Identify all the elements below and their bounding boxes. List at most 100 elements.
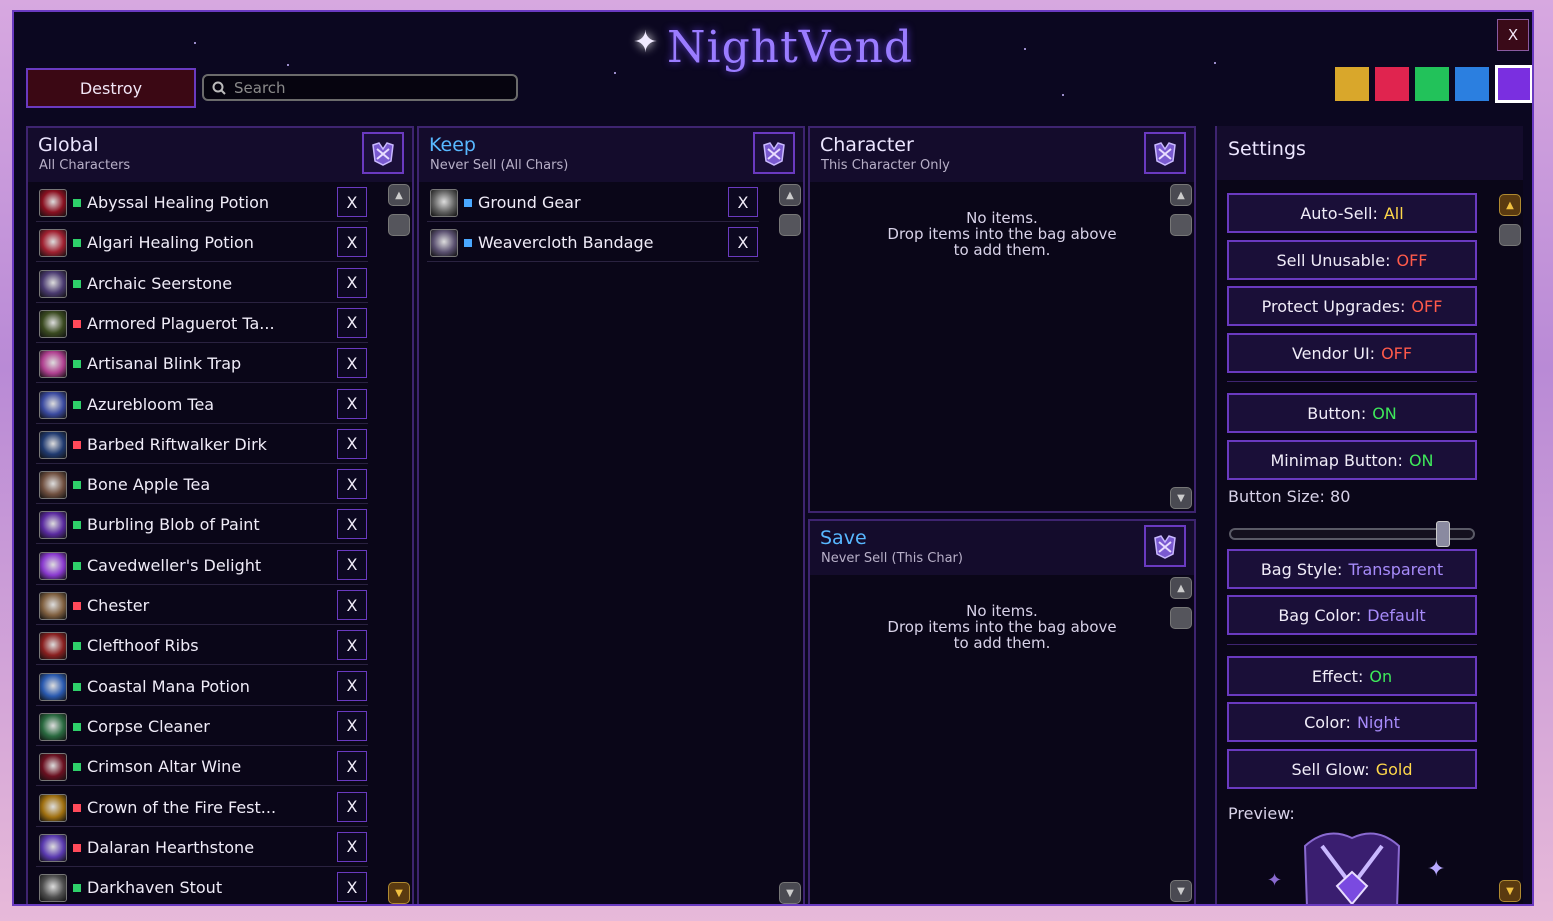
list-item[interactable]: Barbed Riftwalker Dirk X: [36, 426, 368, 464]
rarity-indicator: [73, 722, 81, 731]
panel-subtitle: Never Sell (This Char): [821, 551, 963, 566]
scroll-up-button[interactable]: ▲: [1170, 577, 1192, 599]
scroll-down-button[interactable]: ▼: [1499, 880, 1521, 902]
item-name: Clefthoof Ribs: [87, 636, 199, 656]
bag-drop-icon[interactable]: [753, 132, 795, 174]
divider: [1227, 381, 1477, 382]
list-item[interactable]: Dalaran Hearthstone X: [36, 829, 368, 867]
list-item[interactable]: Armored Plaguerot Ta... X: [36, 305, 368, 343]
search-box[interactable]: [202, 74, 518, 101]
bag-color-button[interactable]: Bag Color: Default: [1227, 595, 1477, 635]
list-item[interactable]: Cavedweller's Delight X: [36, 547, 368, 585]
remove-item-button[interactable]: X: [728, 187, 758, 217]
close-button[interactable]: X: [1497, 19, 1529, 51]
protect-upgrades-button[interactable]: Protect Upgrades: OFF: [1227, 286, 1477, 326]
bag-style-button[interactable]: Bag Style: Transparent: [1227, 549, 1477, 589]
list-item[interactable]: Corpse Cleaner X: [36, 708, 368, 746]
list-item[interactable]: Ground Gear X: [427, 184, 759, 222]
auto-sell-button[interactable]: Auto-Sell: All: [1227, 193, 1477, 233]
settings-panel: Settings Auto-Sell: All Sell Unusable: OFF…: [1215, 126, 1523, 904]
remove-item-button[interactable]: X: [337, 549, 367, 580]
list-item[interactable]: Crimson Altar Wine X: [36, 748, 368, 787]
list-item[interactable]: Algari Healing Potion X: [36, 224, 368, 263]
scroll-up-button[interactable]: ▲: [779, 184, 801, 206]
list-item[interactable]: Clefthoof Ribs X: [36, 627, 368, 666]
scroll-down-button[interactable]: ▼: [1170, 880, 1192, 902]
remove-item-button[interactable]: X: [337, 227, 367, 258]
settings-title: Settings: [1228, 138, 1306, 160]
scrollbar-thumb[interactable]: [388, 214, 410, 236]
list-item[interactable]: Azurebloom Tea X: [36, 386, 368, 424]
gear-item-icon: [430, 189, 458, 217]
list-item[interactable]: Abyssal Healing Potion X: [36, 184, 368, 222]
vial-icon: [39, 551, 67, 580]
remove-item-button[interactable]: X: [337, 710, 367, 741]
remove-item-button[interactable]: X: [337, 509, 367, 540]
search-input[interactable]: [232, 77, 506, 98]
list-item[interactable]: Darkhaven Stout X: [36, 869, 368, 904]
remove-item-button[interactable]: X: [337, 428, 367, 459]
remove-item-button[interactable]: X: [337, 307, 367, 338]
remove-item-button[interactable]: X: [337, 348, 367, 379]
remove-item-button[interactable]: X: [728, 227, 758, 258]
remove-item-button[interactable]: X: [337, 388, 367, 419]
list-item[interactable]: Artisanal Blink Trap X: [36, 345, 368, 384]
paint-icon: [39, 511, 67, 540]
panel-title: Character: [820, 134, 914, 156]
remove-item-button[interactable]: X: [337, 469, 367, 500]
list-item[interactable]: Archaic Seerstone X: [36, 265, 368, 303]
remove-item-button[interactable]: X: [337, 267, 367, 298]
minimap-button-toggle[interactable]: Minimap Button: ON: [1227, 440, 1477, 480]
scroll-down-button[interactable]: ▼: [779, 882, 801, 904]
button-toggle[interactable]: Button: ON: [1227, 393, 1477, 433]
scroll-up-button[interactable]: ▲: [1170, 184, 1192, 206]
remove-item-button[interactable]: X: [337, 630, 367, 661]
list-item[interactable]: Chester X: [36, 587, 368, 625]
color-swatch-blue[interactable]: [1455, 67, 1489, 101]
scroll-up-button[interactable]: ▲: [388, 184, 410, 206]
list-item[interactable]: Weavercloth Bandage X: [427, 224, 759, 263]
destroy-button[interactable]: Destroy: [26, 68, 196, 108]
sell-unusable-button[interactable]: Sell Unusable: OFF: [1227, 240, 1477, 280]
remove-item-button[interactable]: X: [337, 751, 367, 782]
scrollbar-thumb[interactable]: [779, 214, 801, 236]
sell-glow-button[interactable]: Sell Glow: Gold: [1227, 749, 1477, 789]
remove-item-button[interactable]: X: [337, 590, 367, 620]
bandage-icon: [430, 229, 458, 258]
scroll-down-button[interactable]: ▼: [1170, 487, 1192, 509]
color-swatch-red[interactable]: [1375, 67, 1409, 101]
item-name: Barbed Riftwalker Dirk: [87, 434, 267, 454]
list-item[interactable]: Bone Apple Tea X: [36, 466, 368, 505]
remove-item-button[interactable]: X: [337, 872, 367, 903]
list-item[interactable]: Burbling Blob of Paint X: [36, 506, 368, 545]
bag-drop-icon[interactable]: [1144, 525, 1186, 567]
color-swatch-purple[interactable]: [1495, 65, 1532, 103]
list-item[interactable]: Coastal Mana Potion X: [36, 668, 368, 706]
remove-item-button[interactable]: X: [337, 791, 367, 822]
bag-drop-icon[interactable]: [362, 132, 404, 174]
item-name: Crimson Altar Wine: [87, 757, 242, 777]
slider-handle[interactable]: [1436, 521, 1451, 547]
effect-button[interactable]: Effect: On: [1227, 656, 1477, 696]
hearthstone-icon: [39, 833, 67, 862]
character-list-panel: Character This Character Only No items. …: [808, 126, 1196, 513]
remove-item-button[interactable]: X: [337, 670, 367, 701]
color-swatch-yellow[interactable]: [1335, 67, 1369, 101]
scrollbar-thumb[interactable]: [1499, 224, 1521, 246]
crown-icon: [39, 793, 67, 822]
scroll-up-button[interactable]: ▲: [1499, 194, 1521, 216]
rarity-indicator: [73, 884, 81, 893]
color-swatch-green[interactable]: [1415, 67, 1449, 101]
bag-drop-icon[interactable]: [1144, 132, 1186, 174]
vendor-ui-button[interactable]: Vendor UI: OFF: [1227, 333, 1477, 373]
scrollbar-thumb[interactable]: [1170, 607, 1192, 629]
trap-icon: [39, 350, 67, 379]
color-button[interactable]: Color: Night: [1227, 702, 1477, 742]
list-item[interactable]: Crown of the Fire Fest... X: [36, 789, 368, 827]
item-name: Coastal Mana Potion: [87, 676, 250, 696]
remove-item-button[interactable]: X: [337, 187, 367, 217]
scroll-down-button[interactable]: ▼: [388, 882, 410, 904]
stone-icon: [39, 269, 67, 298]
remove-item-button[interactable]: X: [337, 831, 367, 862]
scrollbar-thumb[interactable]: [1170, 214, 1192, 236]
